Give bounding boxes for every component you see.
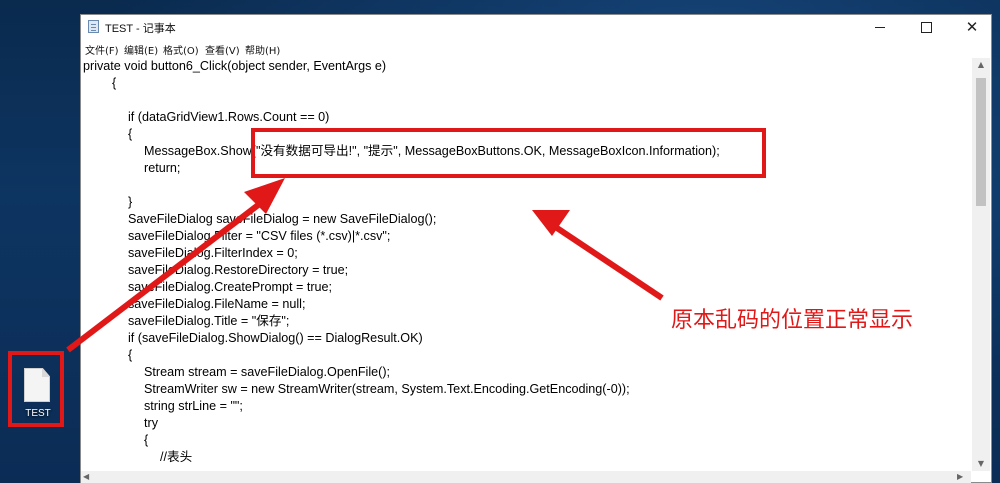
- scroll-up-icon[interactable]: ▲: [972, 58, 990, 72]
- scroll-left-icon[interactable]: ◀: [83, 471, 89, 483]
- close-icon: ✕: [965, 18, 979, 36]
- code-line: saveFileDialog.RestoreDirectory = true;: [128, 263, 349, 277]
- menu-file[interactable]: 文件(F): [85, 42, 119, 57]
- code-line: saveFileDialog.Filter = "CSV files (*.cs…: [128, 229, 391, 243]
- scroll-thumb[interactable]: [976, 78, 986, 206]
- code-line: saveFileDialog.FilterIndex = 0;: [128, 246, 298, 260]
- annotation-label: 原本乱码的位置正常显示: [671, 308, 914, 333]
- vertical-scrollbar[interactable]: ▲ ▼: [972, 58, 990, 471]
- code-line: if (dataGridView1.Rows.Count == 0): [128, 110, 330, 124]
- code-line: private void button6_Click(object sender…: [83, 59, 387, 73]
- code-line: {: [128, 127, 133, 141]
- title-bar[interactable]: TEST - 记事本 ✕: [81, 15, 991, 39]
- code-line: //表头: [160, 450, 193, 464]
- code-line: {: [128, 348, 133, 362]
- notepad-window: TEST - 记事本 ✕ 文件(F) 编辑(E) 格式(O) 查看(V) 帮助(…: [80, 14, 992, 483]
- code-line: saveFileDialog.CreatePrompt = true;: [128, 280, 333, 294]
- highlight-box-messagebox-args: [251, 128, 766, 178]
- code-line: string strLine = "";: [144, 399, 243, 413]
- text-editor[interactable]: private void button6_Click(object sender…: [81, 58, 971, 470]
- menu-edit[interactable]: 编辑(E): [124, 42, 158, 57]
- menu-help[interactable]: 帮助(H): [245, 42, 280, 57]
- window-title: TEST - 记事本: [105, 23, 176, 35]
- menu-bar: 文件(F) 编辑(E) 格式(O) 查看(V) 帮助(H): [81, 40, 991, 58]
- code-line: SaveFileDialog saveFileDialog = new Save…: [128, 212, 437, 226]
- scroll-right-icon[interactable]: ▶: [957, 471, 963, 483]
- code-line: try: [144, 416, 158, 430]
- scroll-down-icon[interactable]: ▼: [972, 457, 990, 471]
- code-line: {: [144, 433, 149, 447]
- menu-format[interactable]: 格式(O): [163, 42, 199, 57]
- code-line: return;: [144, 161, 181, 175]
- code-line: {: [112, 76, 117, 90]
- menu-view[interactable]: 查看(V): [205, 42, 240, 57]
- desktop-icon-highlight-box: [8, 351, 64, 427]
- notepad-icon: [88, 20, 99, 33]
- code-line: saveFileDialog.FileName = null;: [128, 297, 306, 311]
- code-line: Stream stream = saveFileDialog.OpenFile(…: [144, 365, 391, 379]
- minimize-icon: [875, 26, 885, 28]
- code-line: }: [128, 195, 133, 209]
- code-line: StreamWriter sw = new StreamWriter(strea…: [144, 382, 630, 396]
- horizontal-scrollbar[interactable]: ◀ ▶: [81, 471, 971, 483]
- minimize-button[interactable]: [857, 15, 903, 39]
- code-line: saveFileDialog.Title = "保存";: [128, 314, 290, 328]
- maximize-icon: [920, 21, 932, 33]
- close-button[interactable]: ✕: [949, 15, 995, 39]
- code-line: if (saveFileDialog.ShowDialog() == Dialo…: [128, 331, 423, 345]
- maximize-button[interactable]: [903, 15, 949, 39]
